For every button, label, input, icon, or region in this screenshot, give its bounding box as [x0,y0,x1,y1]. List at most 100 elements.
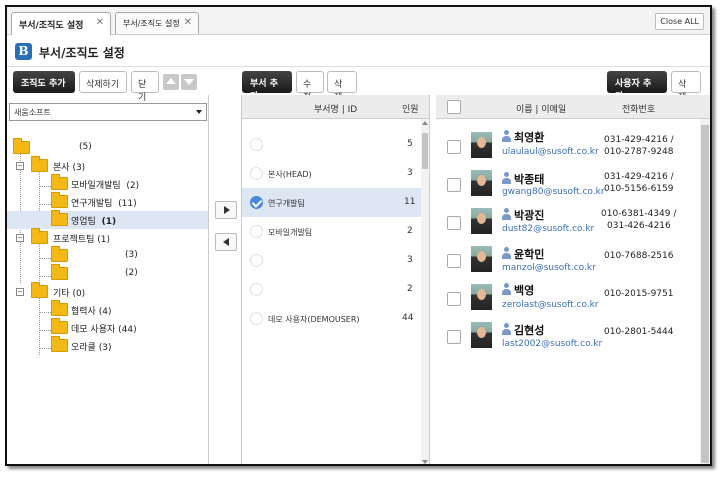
user-phone-header: 전화번호 [622,105,656,115]
move-controls [209,95,242,464]
user-name: 김현성 [514,324,545,337]
dept-row[interactable]: 본사(HEAD) 3 [242,159,422,188]
tree-node[interactable]: (2) [7,264,208,283]
tree-node[interactable]: 모바일개발팀 (2) [7,174,208,193]
checked-radio-icon[interactable] [250,196,263,209]
user-name: 박종태 [514,173,545,186]
tree-node[interactable]: 협력사 (4) [7,300,208,319]
row-radio[interactable] [250,312,263,325]
row-radio[interactable] [250,283,263,296]
tree-node[interactable]: − 기타 (0) [7,282,208,301]
dept-row-selected[interactable]: 연구개발팀 11 [242,188,422,217]
dept-row[interactable]: 5 [242,130,422,159]
move-down-icon[interactable] [181,74,197,90]
row-checkbox[interactable] [447,216,461,230]
user-phone: 010-6381-4349 / [601,209,677,219]
dept-row[interactable]: 3 [242,246,422,275]
user-email[interactable]: manzol@susoft.co.kr [502,263,596,273]
tree-node-selected[interactable]: 영업팀 (1) [7,210,208,229]
row-checkbox[interactable] [447,292,461,306]
scroll-down-icon[interactable] [422,460,428,464]
add-user-button[interactable]: 사용자 추가 [607,71,667,102]
tree-node[interactable]: 데모 사용자 (44) [7,318,208,337]
tab-close-icon[interactable]: ✕ [184,17,192,28]
tab-label: 부서/조직도 설정 [123,19,180,28]
select-all-checkbox[interactable] [447,100,461,114]
add-org-button[interactable]: 조직도 추가 [13,71,75,93]
dept-row[interactable]: 모바일개발팀 2 [242,217,422,246]
collapse-icon[interactable]: − [16,288,24,296]
dept-name: 데모 사용자(DEMOUSER) [268,315,360,324]
scroll-thumb[interactable] [701,125,709,463]
user-row[interactable]: 박종태 gwang80@susoft.co.kr 031-429-4216 / … [436,165,696,202]
row-checkbox[interactable] [447,330,461,344]
tree-node-count: (3) [98,343,112,353]
add-dept-button[interactable]: 부서 추가 [242,71,292,102]
tab-org-settings-1[interactable]: 부서/조직도 설정 ✕ [11,12,111,35]
dept-table-header: 부서명 | ID 인원 [242,95,429,119]
user-email[interactable]: ulaulaul@susoft.co.kr [502,147,599,157]
row-radio[interactable] [250,254,263,267]
dept-count: 11 [404,197,416,207]
scroll-thumb[interactable] [422,133,428,169]
dept-name: 모바일개발팀 [268,228,313,237]
row-radio[interactable] [250,138,263,151]
avatar [471,208,492,234]
user-name: 윤학민 [514,248,545,261]
move-up-icon[interactable] [163,74,179,90]
user-row[interactable]: 윤학민 manzol@susoft.co.kr 010-7688-2516 [436,241,696,278]
dept-scrollbar[interactable] [421,119,429,464]
row-radio[interactable] [250,167,263,180]
user-name: 박광진 [514,209,545,222]
tree-node[interactable]: 연구개발팀 (11) [7,192,208,211]
tree-node[interactable]: − 프로젝트팀 (1) [7,228,208,247]
folder-icon [51,192,68,208]
tab-label: 부서/조직도 설정 [19,21,84,31]
user-row[interactable]: 박광진 dust82@susoft.co.kr 010-6381-4349 / … [436,203,696,240]
folder-icon [31,156,48,172]
row-checkbox[interactable] [447,140,461,154]
person-icon [502,323,511,335]
collapse-icon[interactable]: − [16,162,24,170]
user-email[interactable]: gwang80@susoft.co.kr [502,187,605,197]
dept-row[interactable]: 데모 사용자(DEMOUSER) 44 [242,304,422,333]
user-row[interactable]: 최영환 ulaulaul@susoft.co.kr 031-429-4216 /… [436,127,696,164]
delete-dept-button[interactable]: 삭제 [327,71,357,103]
tree-node[interactable]: (3) [7,246,208,265]
dept-name-header: 부서명 | ID [314,105,358,115]
delete-button[interactable]: 삭제하기 [79,71,127,93]
user-row[interactable]: 김현성 last2002@susoft.co.kr 010-2801-5444 [436,317,696,354]
scroll-up-icon[interactable] [422,121,428,125]
arrow-left-icon [223,238,229,246]
tree-node-root[interactable]: (5) [7,138,208,157]
edit-dept-button[interactable]: 수정 [296,71,324,103]
collapse-icon[interactable]: − [16,234,24,242]
avatar [471,322,492,348]
row-checkbox[interactable] [447,178,461,192]
tree-node-label: 영업팀 [71,217,96,227]
delete-user-button[interactable]: 삭제 [671,71,701,103]
row-radio[interactable] [250,225,263,238]
tree-node-label: 오라클 [71,343,96,353]
move-right-button[interactable] [215,201,237,219]
tab-close-icon[interactable]: ✕ [96,17,104,28]
close-all-button[interactable]: Close ALL [655,13,704,30]
tree-node[interactable]: − 본사 (3) [7,156,208,175]
org-select[interactable]: 새움소프트 [9,103,207,121]
row-checkbox[interactable] [447,254,461,268]
tree-node-label: 데모 사용자 [71,325,116,335]
close-button[interactable]: 닫기 [131,71,159,103]
user-email[interactable]: zerolast@susoft.co.kr [502,300,599,310]
tree-node[interactable]: 오라클 (3) [7,336,208,355]
move-left-button[interactable] [215,233,237,251]
page-title: 부서/조직도 설정 [39,46,125,60]
tree-node-count: (2) [126,181,140,191]
user-row[interactable]: 백영 zerolast@susoft.co.kr 010-2015-9751 [436,279,696,316]
user-email[interactable]: last2002@susoft.co.kr [502,339,602,349]
person-icon [502,130,511,142]
user-email[interactable]: dust82@susoft.co.kr [502,224,594,234]
dept-row[interactable]: 2 [242,275,422,304]
avatar [471,132,492,158]
user-scrollbar[interactable] [700,119,710,464]
tab-org-settings-2[interactable]: 부서/조직도 설정 ✕ [115,12,199,34]
